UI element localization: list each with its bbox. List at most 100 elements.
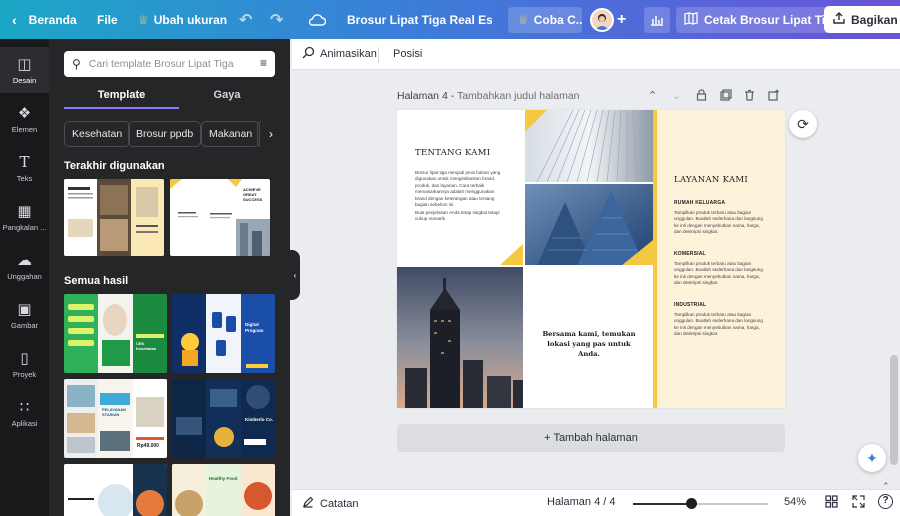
thumb-heading: ACHIEVE GREAT SUCCESS [243, 187, 263, 202]
recent-template-2[interactable]: ACHIEVE GREAT SUCCESS [170, 179, 270, 256]
about-body[interactable]: Brosur lipat tiga menjadi jenis bahan ya… [415, 170, 507, 208]
rail-label: Elemen [11, 125, 38, 134]
grid-view-icon[interactable] [825, 495, 838, 511]
service-title[interactable]: KOMERSIAL [674, 251, 706, 257]
document-title[interactable]: Brosur Lipat Tiga Real Estate ... [347, 13, 492, 27]
lock-icon[interactable] [696, 89, 707, 104]
animate-label: Animasikan [320, 48, 377, 60]
rail-item-apps[interactable]: ∷ Aplikasi [0, 390, 49, 436]
recent-template-1[interactable] [64, 179, 164, 256]
resize-button[interactable]: ♕ Ubah ukuran [138, 13, 227, 27]
home-label: Beranda [28, 12, 77, 27]
magic-sparkle-icon[interactable]: ✦ [858, 444, 886, 472]
collapse-panel-button[interactable]: ‹ [290, 250, 300, 300]
thumb-title: CEK Kesehatan [136, 341, 157, 351]
service-title[interactable]: INDUSTRIAL [674, 302, 706, 308]
chevron-left-icon: ‹ [12, 11, 17, 28]
template-company-navy[interactable]: Kimberlo Co. [172, 379, 275, 458]
position-button[interactable]: Posisi [393, 48, 422, 60]
share-button[interactable]: Bagikan [824, 6, 900, 33]
recent-section-title: Terakhir digunakan [64, 160, 165, 172]
add-page-icon[interactable] [768, 89, 780, 104]
cloud-save-icon[interactable] [308, 13, 326, 26]
left-rail: ◫ Desain ❖ Elemen T Teks ▦ Pangkalan ...… [0, 39, 49, 516]
rail-item-uploads[interactable]: ☁ Unggahan [0, 243, 49, 289]
rail-item-text[interactable]: T Teks [0, 145, 49, 191]
folder-icon: ▯ [20, 350, 29, 367]
avatar[interactable] [590, 7, 614, 32]
notes-button[interactable]: Catatan [302, 496, 359, 511]
chevron-up-icon[interactable]: ⌃ [648, 89, 657, 102]
service-body[interactable]: Tampilkan produk terbaru atau bagian ung… [674, 261, 764, 287]
template-circle-white[interactable] [64, 464, 167, 516]
service-body[interactable]: Tampilkan produk terbaru atau bagian ung… [674, 312, 764, 338]
rail-label: Unggahan [7, 272, 42, 281]
add-collaborator-icon[interactable]: + [617, 11, 626, 29]
rail-label: Teks [16, 174, 33, 183]
panel-tabs: Template Gaya [64, 87, 275, 109]
template-digital-blue[interactable]: Digital Program [172, 294, 275, 373]
chip-health[interactable]: Kesehatan [64, 121, 131, 147]
service-title[interactable]: RUMAH KELUARGA [674, 200, 725, 206]
rail-label: Desain [12, 76, 37, 85]
quote-text[interactable]: Bersama kami, temukan lokasi yang pas un… [539, 329, 639, 359]
trash-icon[interactable] [744, 89, 755, 104]
page-indicator[interactable]: Halaman 4 / 4 [547, 496, 615, 508]
template-station-white[interactable]: PELAYANAN STASIUN Rp49.000 [64, 379, 167, 458]
rail-label: Pangkalan ... [2, 223, 47, 232]
redo-icon[interactable]: ↷ [270, 10, 283, 30]
services-title[interactable]: LAYANAN KAMI [674, 175, 748, 185]
chevron-down-icon[interactable]: ⌄ [672, 89, 681, 102]
notes-label: Catatan [320, 497, 359, 510]
refresh-icon[interactable]: ⟳ [789, 110, 817, 138]
thumb-title: PELAYANAN STASIUN [102, 407, 127, 417]
chip-food[interactable]: Makanan [201, 121, 261, 147]
thumb-title: Digital Program [245, 322, 264, 333]
undo-icon[interactable]: ↶ [239, 10, 252, 30]
chevron-right-icon[interactable]: › [261, 121, 281, 147]
brochure-page[interactable]: TENTANG KAMI Brosur lipat tiga menjadi j… [397, 110, 785, 408]
rail-item-images[interactable]: ▣ Gambar [0, 292, 49, 338]
fullscreen-icon[interactable] [852, 495, 865, 511]
page-title-input[interactable]: Tambahkan judul halaman [457, 90, 580, 102]
help-icon[interactable]: ? [878, 494, 893, 509]
home-button[interactable]: ‹ Beranda [12, 12, 77, 28]
animate-button[interactable]: Animasikan [302, 46, 377, 62]
tab-template[interactable]: Template [64, 87, 179, 109]
service-body[interactable]: Tampilkan produk terbaru atau bagian ung… [674, 210, 764, 236]
page-label: Halaman 4 - [397, 90, 455, 102]
tab-style[interactable]: Gaya [179, 87, 275, 109]
template-health-green[interactable]: CEK Kesehatan [64, 294, 167, 373]
insights-icon[interactable] [644, 6, 670, 33]
add-page-button[interactable]: + Tambah halaman [397, 424, 785, 452]
print-brochure-button[interactable]: Cetak Brosur Lipat Tiga [676, 6, 848, 33]
file-menu-button[interactable]: File [97, 13, 118, 27]
shapes-icon: ❖ [17, 105, 32, 122]
all-results-title: Semua hasil [64, 275, 129, 287]
template-food-light[interactable]: Healthy Food [172, 464, 275, 516]
rail-label: Gambar [10, 321, 39, 330]
chip-ppdb[interactable]: Brosur ppdb [128, 121, 202, 147]
about-body-2[interactable]: Buat penjelasan Anda tetap singkat tetap… [415, 210, 507, 223]
share-label: Bagikan [851, 12, 898, 27]
rail-item-projects[interactable]: ▯ Proyek [0, 341, 49, 387]
try-pro-button[interactable]: ♕ Coba C... [508, 6, 582, 33]
upload-icon: ☁ [17, 252, 32, 269]
search-placeholder: Cari template Brosur Lipat Tiga [88, 58, 234, 70]
filter-icon[interactable]: ≡ [260, 56, 267, 70]
rail-item-elements[interactable]: ❖ Elemen [0, 96, 49, 142]
zoom-level[interactable]: 54% [784, 496, 806, 508]
rail-item-brand[interactable]: ▦ Pangkalan ... [0, 194, 49, 240]
zoom-slider-handle[interactable] [686, 498, 697, 509]
zoom-slider-rest [691, 503, 768, 505]
template-panel: ⚲ Cari template Brosur Lipat Tiga ≡ Temp… [49, 39, 290, 516]
about-title[interactable]: TENTANG KAMI [415, 148, 490, 158]
template-search-input[interactable]: ⚲ Cari template Brosur Lipat Tiga ≡ [64, 51, 275, 77]
top-bar: ‹ Beranda File ♕ Ubah ukuran ↶ ↷ Brosur … [0, 0, 900, 39]
resize-label: Ubah ukuran [153, 12, 228, 27]
image-icon: ▣ [17, 301, 32, 318]
chevron-up-icon[interactable]: ⌃ [882, 481, 890, 492]
scrollbar-thumb[interactable] [890, 355, 898, 465]
duplicate-icon[interactable] [720, 89, 732, 104]
rail-item-design[interactable]: ◫ Desain [0, 47, 49, 93]
